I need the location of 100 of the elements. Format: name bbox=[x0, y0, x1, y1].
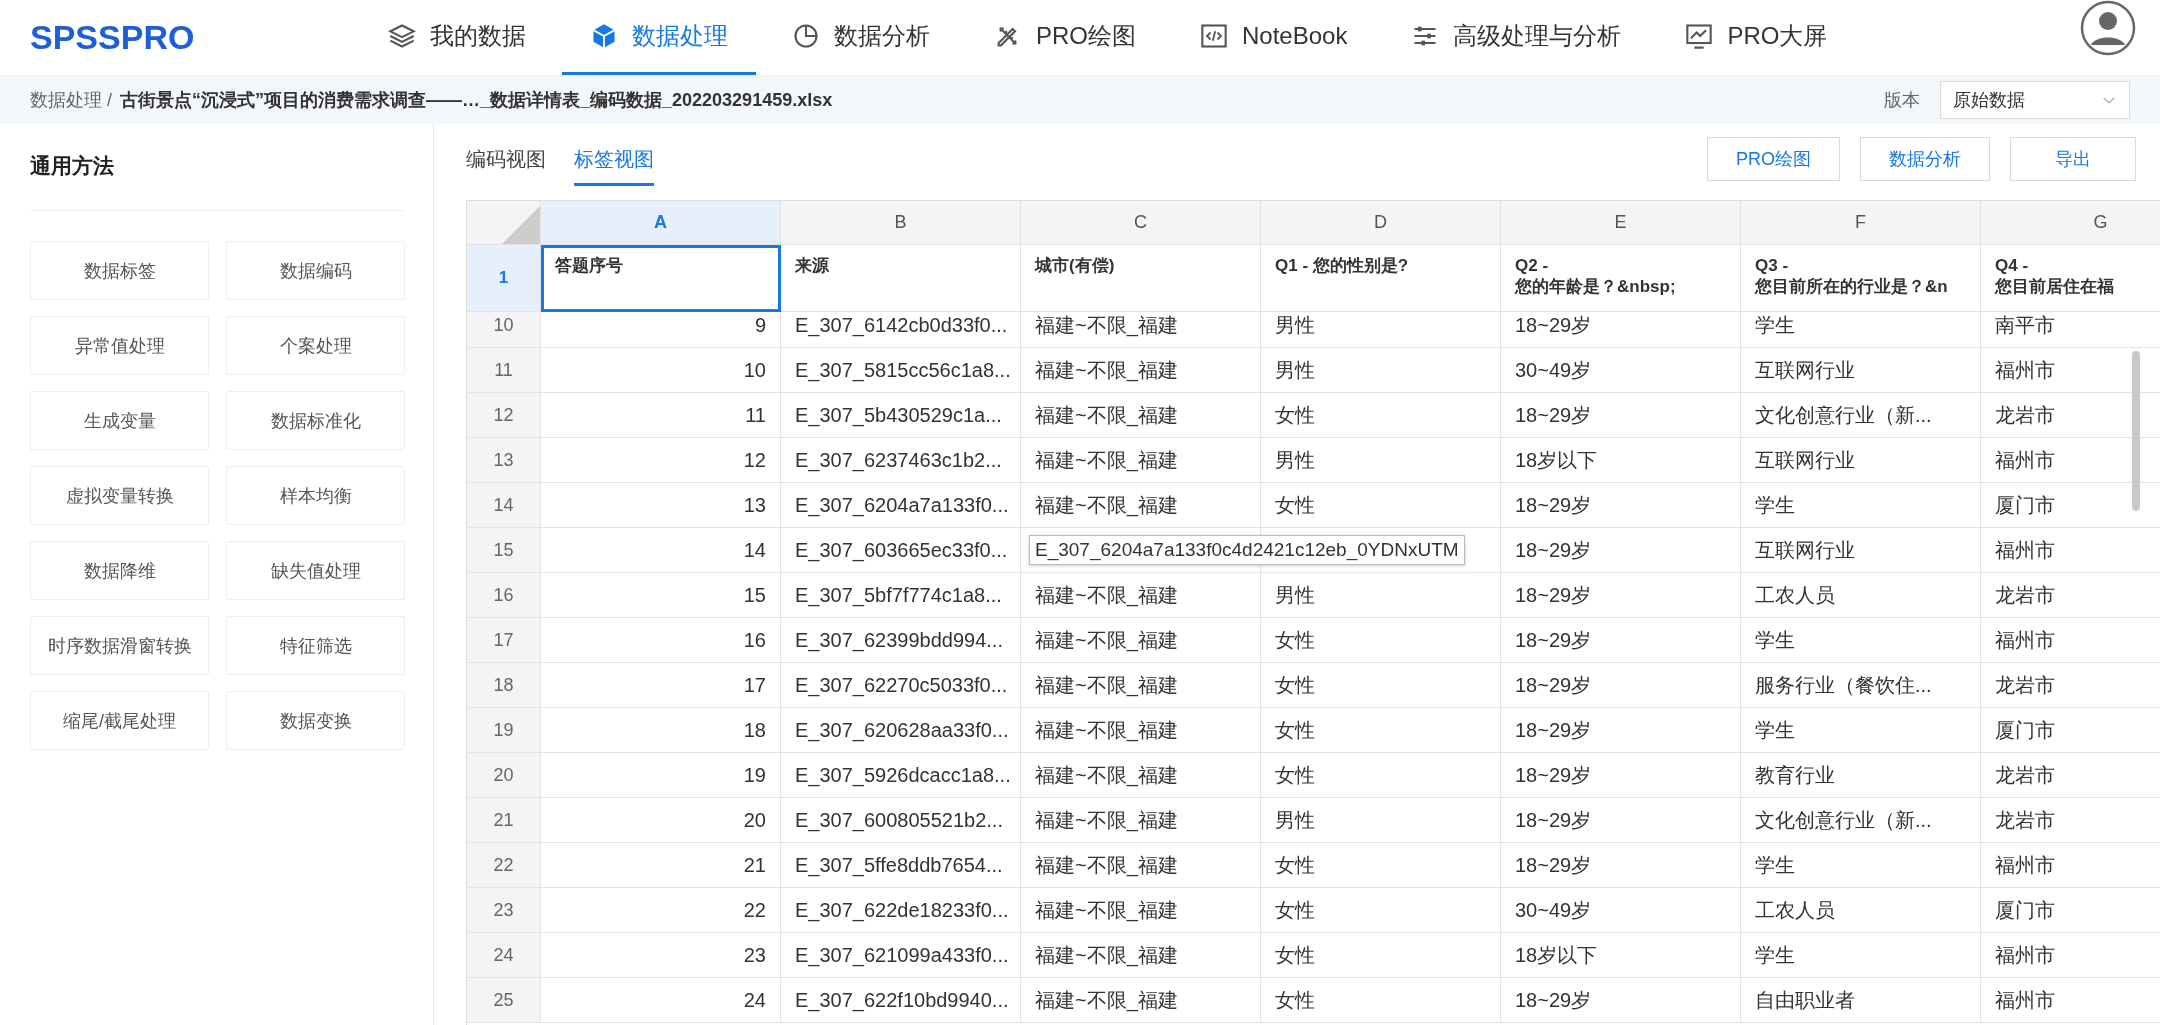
table-cell: E_307_5b430529c1a... bbox=[781, 393, 1021, 438]
header-cell: Q3 - 您目前所在的行业是？&n bbox=[1741, 245, 1981, 312]
nav-tab[interactable]: PRO绘图 bbox=[966, 0, 1164, 75]
table-cell: 男性 bbox=[1261, 348, 1501, 393]
table-cell: 18~29岁 bbox=[1501, 798, 1741, 843]
row-number: 13 bbox=[467, 438, 541, 483]
table-cell: 女性 bbox=[1261, 888, 1501, 933]
method-button[interactable]: 个案处理 bbox=[226, 316, 405, 375]
row-number: 11 bbox=[467, 348, 541, 393]
method-button[interactable]: 数据编码 bbox=[226, 241, 405, 300]
version-label: 版本 bbox=[1884, 89, 1920, 112]
table-cell: 16 bbox=[541, 618, 781, 663]
table-cell: 福州市 bbox=[1981, 843, 2160, 888]
row-number: 17 bbox=[467, 618, 541, 663]
column-letter[interactable]: D bbox=[1261, 201, 1501, 245]
column-letter[interactable]: E bbox=[1501, 201, 1741, 245]
column-letter[interactable]: A bbox=[541, 201, 781, 245]
table-cell: 女性 bbox=[1261, 393, 1501, 438]
column-letter[interactable]: G bbox=[1981, 201, 2160, 245]
pie-chart-icon bbox=[792, 22, 820, 50]
nav-tab[interactable]: 我的数据 bbox=[360, 0, 554, 75]
table-cell: 9 bbox=[541, 312, 781, 348]
table-cell: 学生 bbox=[1741, 312, 1981, 348]
method-button[interactable]: 时序数据滑窗转换 bbox=[30, 616, 209, 675]
row-number: 21 bbox=[467, 798, 541, 843]
table-cell: 男性 bbox=[1261, 438, 1501, 483]
method-button[interactable]: 数据变换 bbox=[226, 691, 405, 750]
column-letter[interactable]: C bbox=[1021, 201, 1261, 245]
table-cell: 福建~不限_福建 bbox=[1021, 348, 1261, 393]
method-button[interactable]: 数据标签 bbox=[30, 241, 209, 300]
table-cell: 女性 bbox=[1261, 483, 1501, 528]
action-button[interactable]: 导出 bbox=[2010, 136, 2136, 181]
cell-tooltip: E_307_6204a7a133f0c4d2421c12eb_0YDNxUTM bbox=[1029, 535, 1465, 565]
method-button[interactable]: 异常值处理 bbox=[30, 316, 209, 375]
table-cell: 福州市 bbox=[1981, 618, 2160, 663]
table-cell: 女性 bbox=[1261, 978, 1501, 1023]
table-cell: 男性 bbox=[1261, 312, 1501, 348]
nav-tab[interactable]: 高级处理与分析 bbox=[1383, 0, 1650, 75]
header-cell: Q4 - 您目前居住在福 bbox=[1981, 245, 2160, 312]
cube-icon bbox=[590, 22, 618, 50]
method-button[interactable]: 缩尾/截尾处理 bbox=[30, 691, 209, 750]
table-cell: 学生 bbox=[1741, 483, 1981, 528]
row-number: 10 bbox=[467, 312, 541, 348]
header-cell: Q1 - 您的性别是? bbox=[1261, 245, 1501, 312]
table-cell: E_307_621099a433f0... bbox=[781, 933, 1021, 978]
version-select[interactable]: 原始数据 bbox=[1940, 81, 2130, 119]
logo: SPSSPRO bbox=[30, 18, 196, 57]
action-button[interactable]: PRO绘图 bbox=[1707, 136, 1840, 181]
breadcrumb-link[interactable]: 数据处理 / bbox=[30, 88, 112, 112]
table-cell: 23 bbox=[541, 933, 781, 978]
nav-tab[interactable]: NoteBook bbox=[1172, 0, 1376, 75]
table-cell: 女性 bbox=[1261, 618, 1501, 663]
table-cell: E_307_62399bdd994... bbox=[781, 618, 1021, 663]
table-cell: 10 bbox=[541, 348, 781, 393]
file-name: 古街景点“沉浸式”项目的消费需求调查——…_数据详情表_编码数据_202203291459.xlsx bbox=[120, 89, 834, 112]
table-cell: 福建~不限_福建 bbox=[1021, 933, 1261, 978]
table-cell: 互联网行业 bbox=[1741, 528, 1981, 573]
table-cell: 自由职业者 bbox=[1741, 978, 1981, 1023]
row-number: 20 bbox=[467, 753, 541, 798]
table-cell: 福建~不限_福建 bbox=[1021, 708, 1261, 753]
row-number: 23 bbox=[467, 888, 541, 933]
column-letter[interactable]: F bbox=[1741, 201, 1981, 245]
nav-tab[interactable]: 数据分析 bbox=[764, 0, 958, 75]
method-button[interactable]: 特征筛选 bbox=[226, 616, 405, 675]
header-cell: 来源 bbox=[781, 245, 1021, 312]
table-cell: 22 bbox=[541, 888, 781, 933]
avatar-icon bbox=[2080, 0, 2136, 56]
table-cell: 13 bbox=[541, 483, 781, 528]
method-button[interactable]: 样本均衡 bbox=[226, 466, 405, 525]
table-cell: 12 bbox=[541, 438, 781, 483]
method-button[interactable]: 生成变量 bbox=[30, 391, 209, 450]
method-button[interactable]: 虚拟变量转换 bbox=[30, 466, 209, 525]
view-tab[interactable]: 编码视图 bbox=[466, 131, 546, 186]
table-cell: 18~29岁 bbox=[1501, 618, 1741, 663]
header-cell: 答题序号 bbox=[541, 245, 781, 312]
method-button[interactable]: 数据标准化 bbox=[226, 391, 405, 450]
column-letter[interactable]: B bbox=[781, 201, 1021, 245]
action-button[interactable]: 数据分析 bbox=[1860, 136, 1990, 181]
nav-tab[interactable]: PRO大屏 bbox=[1657, 0, 1856, 75]
table-cell: 学生 bbox=[1741, 708, 1981, 753]
table-cell: 福建~不限_福建 bbox=[1021, 483, 1261, 528]
table-cell: 18~29岁 bbox=[1501, 843, 1741, 888]
table-cell: 19 bbox=[541, 753, 781, 798]
table-cell: 女性 bbox=[1261, 663, 1501, 708]
method-button[interactable]: 缺失值处理 bbox=[226, 541, 405, 600]
table-cell: 龙岩市 bbox=[1981, 798, 2160, 843]
table-cell: 女性 bbox=[1261, 753, 1501, 798]
view-tab[interactable]: 标签视图 bbox=[574, 131, 654, 186]
table-cell: 18~29岁 bbox=[1501, 753, 1741, 798]
table-cell: 学生 bbox=[1741, 843, 1981, 888]
section-title: 通用方法 bbox=[30, 152, 403, 211]
table-cell: E_307_622de18233f0... bbox=[781, 888, 1021, 933]
row-number: 25 bbox=[467, 978, 541, 1023]
scrollbar[interactable] bbox=[2132, 351, 2140, 511]
table-cell: E_307_620628aa33f0... bbox=[781, 708, 1021, 753]
table-cell: 龙岩市 bbox=[1981, 753, 2160, 798]
method-button[interactable]: 数据降维 bbox=[30, 541, 209, 600]
table-cell: 21 bbox=[541, 843, 781, 888]
table-cell: 互联网行业 bbox=[1741, 348, 1981, 393]
row-number: 15 bbox=[467, 528, 541, 573]
